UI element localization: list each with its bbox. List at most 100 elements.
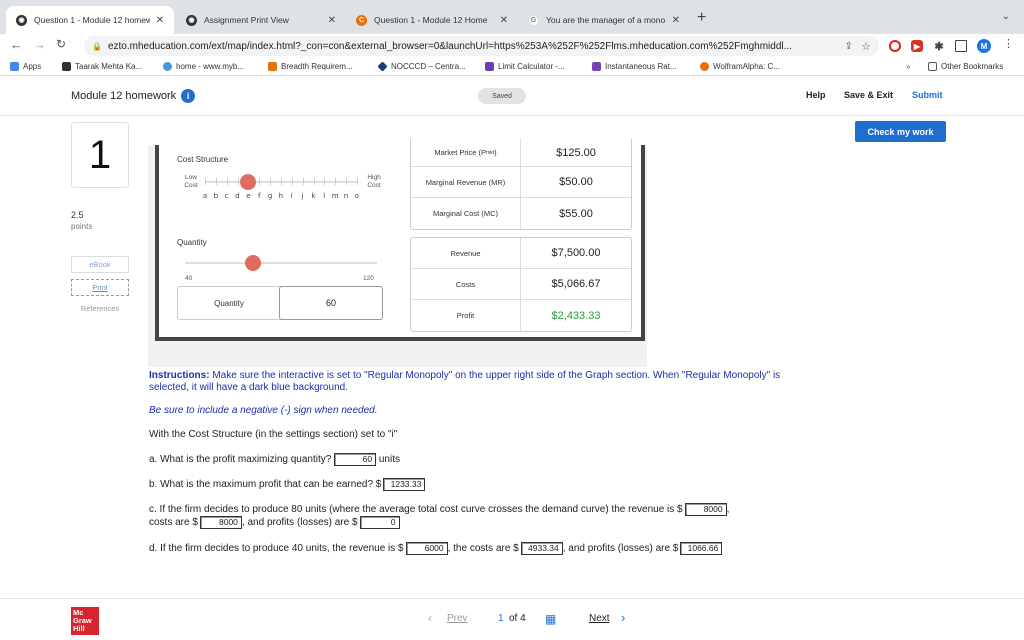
close-icon[interactable]: ✕ [328, 15, 336, 26]
prev-button[interactable]: Prev [447, 613, 468, 624]
tab-question-1-home[interactable]: C Question 1 - Module 12 Home ✕ [346, 6, 518, 34]
bookmark-star-icon[interactable]: ☆ [861, 40, 871, 53]
symbolab-icon [485, 62, 494, 71]
question-number: 1 [71, 122, 129, 188]
tab-label: Assignment Print View [204, 15, 289, 25]
forward-icon[interactable]: → [33, 37, 46, 52]
marginal-revenue-label: Marginal Revenue (MR) [411, 167, 521, 197]
slider-tick [270, 178, 272, 185]
reload-icon[interactable]: ↻ [56, 37, 66, 51]
page-current: 1 [498, 613, 504, 624]
question-b: b. What is the maximum profit that can b… [149, 478, 799, 492]
cost-structure-slider-track[interactable] [205, 178, 358, 185]
extensions-puzzle-icon[interactable]: ✱ [933, 40, 945, 53]
profit-label: Profit [411, 300, 521, 331]
answer-a-input[interactable]: 60 [334, 453, 377, 466]
close-icon[interactable]: ✕ [672, 15, 680, 26]
share-icon[interactable]: ⇪ [845, 41, 853, 52]
chevron-right-icon[interactable]: › [621, 610, 625, 625]
answer-c-revenue-input[interactable]: 8000 [684, 503, 727, 517]
points-value: 2.5 [71, 210, 84, 220]
info-icon[interactable]: i [181, 89, 196, 103]
bookmark-apps[interactable]: Apps [10, 62, 41, 71]
ebook-link[interactable]: eBook [71, 256, 129, 273]
slider-tick [281, 178, 282, 185]
quantity-display: Quantity 60 [177, 286, 383, 320]
quantity-display-input[interactable]: 60 [279, 286, 383, 320]
interactive-panel: Cost Structure Low Cost High Cost abcdef… [155, 139, 645, 341]
cost-letter-n: n [343, 192, 349, 200]
slider-tick [357, 178, 358, 185]
answer-c-profit-input[interactable]: 0 [359, 516, 400, 530]
bookmark-taarak[interactable]: Taarak Mehta Ka... [62, 62, 142, 71]
quantity-slider-track[interactable] [185, 262, 377, 264]
url-text: ezto.mheducation.com/ext/map/index.html?… [107, 40, 792, 52]
submit-button[interactable]: Submit [912, 90, 943, 100]
close-icon[interactable]: ✕ [156, 15, 164, 26]
tab-question-1[interactable]: ◉ Question 1 - Module 12 homew ✕ [6, 6, 174, 34]
cost-structure-slider-handle[interactable] [240, 174, 257, 190]
cost-letter-i: i [290, 192, 293, 200]
sidepanel-icon[interactable] [955, 40, 967, 52]
revenue-value: $7,500.00 [551, 247, 601, 259]
negative-sign-note: Be sure to include a negative (-) sign w… [149, 405, 378, 416]
bookmark-breadth[interactable]: Breadth Requirem... [268, 62, 353, 71]
answer-b-input[interactable]: 1233.33 [383, 478, 426, 492]
instructions: Instructions: Make sure the interactive … [149, 370, 781, 393]
question-a: a. What is the profit maximizing quantit… [149, 453, 400, 466]
references-link[interactable]: References [71, 300, 129, 317]
tab-assignment-print[interactable]: ◉ Assignment Print View ✕ [176, 6, 346, 34]
address-bar[interactable]: 🔒 ezto.mheducation.com/ext/map/index.htm… [84, 36, 879, 56]
quantity-min-label: 40 [185, 275, 193, 282]
wolfram-icon [700, 62, 709, 71]
tab-label: You are the manager of a mono [546, 15, 666, 25]
answer-c-costs-input[interactable]: 8000 [199, 516, 242, 530]
cost-structure-letters: abcdefghijklmno [200, 192, 363, 200]
bookmark-other[interactable]: Other Bookmarks [928, 62, 1003, 71]
answer-d-revenue-input[interactable]: 6000 [405, 541, 448, 555]
high-cost-label: High Cost [367, 174, 381, 189]
opera-extension-icon[interactable] [889, 40, 901, 52]
check-my-work-button[interactable]: Check my work [855, 121, 946, 142]
help-button[interactable]: Help [806, 90, 826, 100]
bookmark-wolfram[interactable]: WolframAlpha: C... [700, 62, 780, 71]
back-icon[interactable]: ← [10, 37, 23, 52]
tab-label: Question 1 - Module 12 Home [374, 15, 488, 25]
next-button[interactable]: Next [589, 613, 610, 624]
market-price-value: $125.00 [556, 146, 596, 159]
chevron-left-icon[interactable]: ‹ [428, 611, 432, 625]
cost-letter-d: d [235, 192, 240, 200]
market-values-table: Market Price (P mkt) $125.00 Marginal Rev… [410, 139, 632, 230]
tab-google-search[interactable]: G You are the manager of a mono ✕ [518, 6, 690, 34]
bookmark-instantaneous[interactable]: Instantaneous Rat... [592, 62, 677, 71]
cost-letter-g: g [267, 192, 273, 200]
profit-value: $2,433.33 [551, 309, 601, 322]
new-tab-icon[interactable]: + [697, 9, 706, 27]
quantity-slider-handle[interactable] [245, 255, 261, 271]
bookmarks-overflow-icon[interactable]: » [906, 62, 910, 71]
bookmark-home[interactable]: home - www.myb... [163, 62, 244, 71]
save-exit-button[interactable]: Save & Exit [844, 90, 893, 100]
bookmark-nocccd[interactable]: NOCCCD – Centra... [377, 61, 466, 72]
points-info: 2.5 points [71, 209, 92, 233]
search-icon [163, 62, 172, 71]
video-extension-icon[interactable]: ▶ [911, 40, 923, 52]
print-link[interactable]: Print [71, 279, 129, 296]
answer-d-costs-input[interactable]: 4933.34 [520, 541, 563, 555]
assignment-title: Module 12 homework i [71, 89, 196, 103]
cost-letter-h: h [278, 192, 284, 200]
answer-d-profit-input[interactable]: 1066.66 [680, 541, 723, 555]
profile-avatar[interactable]: M [977, 39, 991, 53]
more-menu-icon[interactable]: ⋮ [1003, 37, 1014, 50]
lock-icon: 🔒 [92, 41, 102, 51]
cost-letter-l: l [323, 192, 326, 200]
table-row: Marginal Cost (MC) $55.00 [411, 198, 631, 229]
bookmark-limit-calculator[interactable]: Limit Calculator -... [485, 62, 565, 71]
table-row: Profit $2,433.33 [411, 300, 631, 331]
slider-tick [237, 178, 239, 185]
grid-icon[interactable]: ▦ [545, 612, 556, 626]
close-icon[interactable]: ✕ [500, 15, 508, 26]
tab-search-icon[interactable]: ⌄ [1002, 11, 1010, 22]
cost-setting-text: With the Cost Structure (in the settings… [149, 429, 398, 440]
totals-table: Revenue $7,500.00 Costs $5,066.67 Profit… [410, 237, 632, 332]
